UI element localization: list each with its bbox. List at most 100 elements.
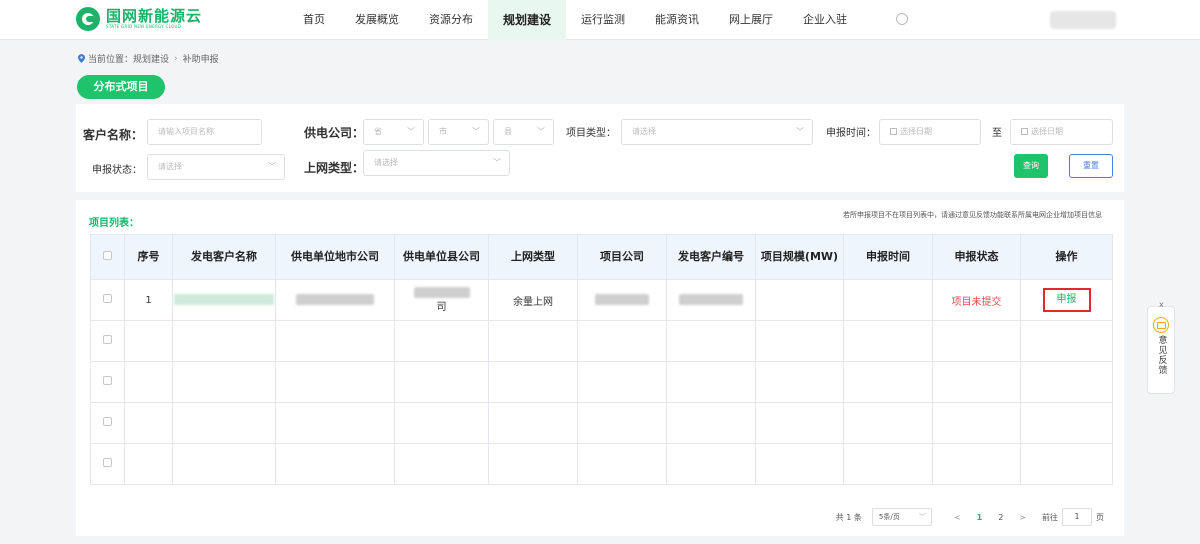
county-select[interactable]: 县 ﹀ [493,119,554,145]
customer-name-label: 客户名称： [83,128,144,142]
column-header: 操作 [1020,234,1113,280]
chevron-down-icon: ﹀ [472,127,480,136]
list-notice: 若所申报项目不在项目列表中，请通过意见反馈功能联系所属电网企业增加项目信息 [843,211,1102,219]
province-select[interactable]: 省 ﹀ [363,119,424,145]
chevron-down-icon: ﹀ [537,127,545,136]
location-pin-icon [78,54,85,63]
brand-name-en: STATE GRID NEW ENERGY CLOUD [106,24,182,29]
nav-item-home[interactable]: 首页 [288,0,340,40]
report-time-cell [843,279,933,321]
nav-item-planning[interactable]: 规划建设 [488,0,567,40]
breadcrumb-item-planning[interactable]: 规划建设 [133,52,169,65]
county-company-suffix: 司 [436,302,447,314]
reset-button[interactable]: 重置 [1069,154,1113,178]
nav-item-overview[interactable]: 发展概览 [340,0,414,40]
tab-distributed-project[interactable]: 分布式项目 [77,75,165,99]
top-header: 国网新能源云 STATE GRID NEW ENERGY CLOUD 首页 发展… [0,0,1200,40]
table-row [90,320,1113,362]
total-count: 共 1 条 [835,512,862,522]
report-time-label: 申报时间： [826,128,876,139]
row-checkbox[interactable] [103,294,112,303]
breadcrumb-item-current: 补助申报 [182,55,219,65]
table-header-row: 序号 发电客户名称 供电单位地市公司 供电单位县公司 上网类型 项目公司 发电客… [90,234,1113,280]
table-row [90,361,1113,403]
nav-item-exhibition[interactable]: 网上展厅 [714,0,788,40]
status-badge: 项目未提交 [951,296,1002,308]
nav-item-news[interactable]: 能源资讯 [640,0,714,40]
page-number[interactable]: 1 [977,513,983,522]
row-checkbox[interactable] [103,335,112,344]
feedback-label: 意见反馈 [1156,335,1167,375]
column-header: 序号 [124,234,173,280]
goto-prefix: 前往 [1042,512,1058,522]
report-status-label: 申报状态： [92,165,142,176]
redacted-city-company [296,294,374,306]
next-page-button[interactable]: > [1019,513,1026,522]
feedback-icon [1153,317,1169,333]
column-header: 申报时间 [843,234,933,280]
chevron-down-icon: ﹀ [407,127,415,136]
customer-name-input[interactable]: 请输入项目名称 [147,119,262,145]
table-row [90,402,1113,444]
project-scale-cell [755,279,844,321]
column-header: 供电单位县公司 [394,234,489,280]
breadcrumb-prefix: 当前位置： [88,55,134,65]
grid-type-cell: 余量上网 [488,279,578,321]
main-nav: 首页 发展概览 资源分布 规划建设 运行监测 能源资讯 网上展厅 企业入驻 [288,0,862,40]
report-status-select[interactable]: 请选择 ﹀ [147,154,285,180]
table-row [90,443,1113,485]
column-header: 申报状态 [932,234,1021,280]
end-date-picker[interactable]: 选择日期 [1010,119,1113,145]
nav-item-resources[interactable]: 资源分布 [414,0,488,40]
calendar-icon [1021,128,1028,135]
column-header: 发电客户名称 [172,234,276,280]
report-action-button[interactable]: 申报 [1042,288,1091,312]
table-row: 1 司 余量上网 项目未提交 申报 [90,279,1113,321]
start-date-picker[interactable]: 选择日期 [879,119,981,145]
row-checkbox[interactable] [103,458,112,467]
row-checkbox[interactable] [103,376,112,385]
power-company-label: 供电公司： [304,126,365,140]
select-all-cell [90,234,125,280]
list-title: 项目列表： [89,218,139,229]
nav-item-enterprise[interactable]: 企业入驻 [788,0,862,40]
redacted-customer-name [174,294,274,306]
redacted-county-company [413,286,470,298]
filter-panel: 客户名称： 请输入项目名称 供电公司： 省 ﹀ 市 ﹀ 县 ﹀ 项目类型： 请选择 ﹀ … [76,104,1124,192]
project-list-panel: 项目列表： 若所申报项目不在项目列表中，请通过意见反馈功能联系所属电网企业增加项… [76,200,1124,536]
row-checkbox[interactable] [103,417,112,426]
breadcrumb-separator: › [174,53,178,64]
column-header: 供电单位地市公司 [275,234,395,280]
city-select[interactable]: 市 ﹀ [428,119,489,145]
feedback-widget[interactable]: x 意见反馈 [1147,300,1175,394]
project-type-select[interactable]: 请选择 ﹀ [621,119,813,145]
nav-item-monitoring[interactable]: 运行监测 [566,0,640,40]
query-button[interactable]: 查询 [1014,154,1048,178]
prev-page-button[interactable]: < [954,513,961,522]
user-account[interactable] [1050,11,1116,29]
grid-type-select[interactable]: 请选择 ﹀ [363,150,510,176]
row-index: 1 [124,279,173,321]
column-header: 项目规模(MW) [755,234,844,280]
column-header: 发电客户编号 [666,234,756,280]
column-header: 上网类型 [488,234,578,280]
breadcrumb: 当前位置： 规划建设 › 补助申报 [78,52,219,65]
grid-type-label: 上网类型： [304,161,365,175]
chevron-down-icon: ﹀ [796,127,804,136]
page-number[interactable]: 2 [998,513,1003,522]
date-range-to: 至 [992,128,1002,139]
chevron-down-icon: ﹀ [268,162,276,171]
goto-suffix: 页 [1096,512,1104,522]
more-icon[interactable] [896,13,908,25]
redacted-project-company [595,294,649,306]
chevron-down-icon: ﹀ [493,158,501,167]
close-icon[interactable]: x [1159,300,1164,309]
select-all-checkbox[interactable] [103,251,112,260]
goto-page-input[interactable]: 1 [1062,508,1092,526]
column-header: 项目公司 [577,234,667,280]
brand-name: 国网新能源云 [106,7,203,25]
pagination: 共 1 条 5条/页 ﹀ < 1 2 > 前往 1 页 [836,508,1104,526]
redacted-customer-number [679,294,743,306]
page-size-select[interactable]: 5条/页 ﹀ [871,508,932,526]
brand-logo[interactable]: 国网新能源云 STATE GRID NEW ENERGY CLOUD [76,7,202,31]
